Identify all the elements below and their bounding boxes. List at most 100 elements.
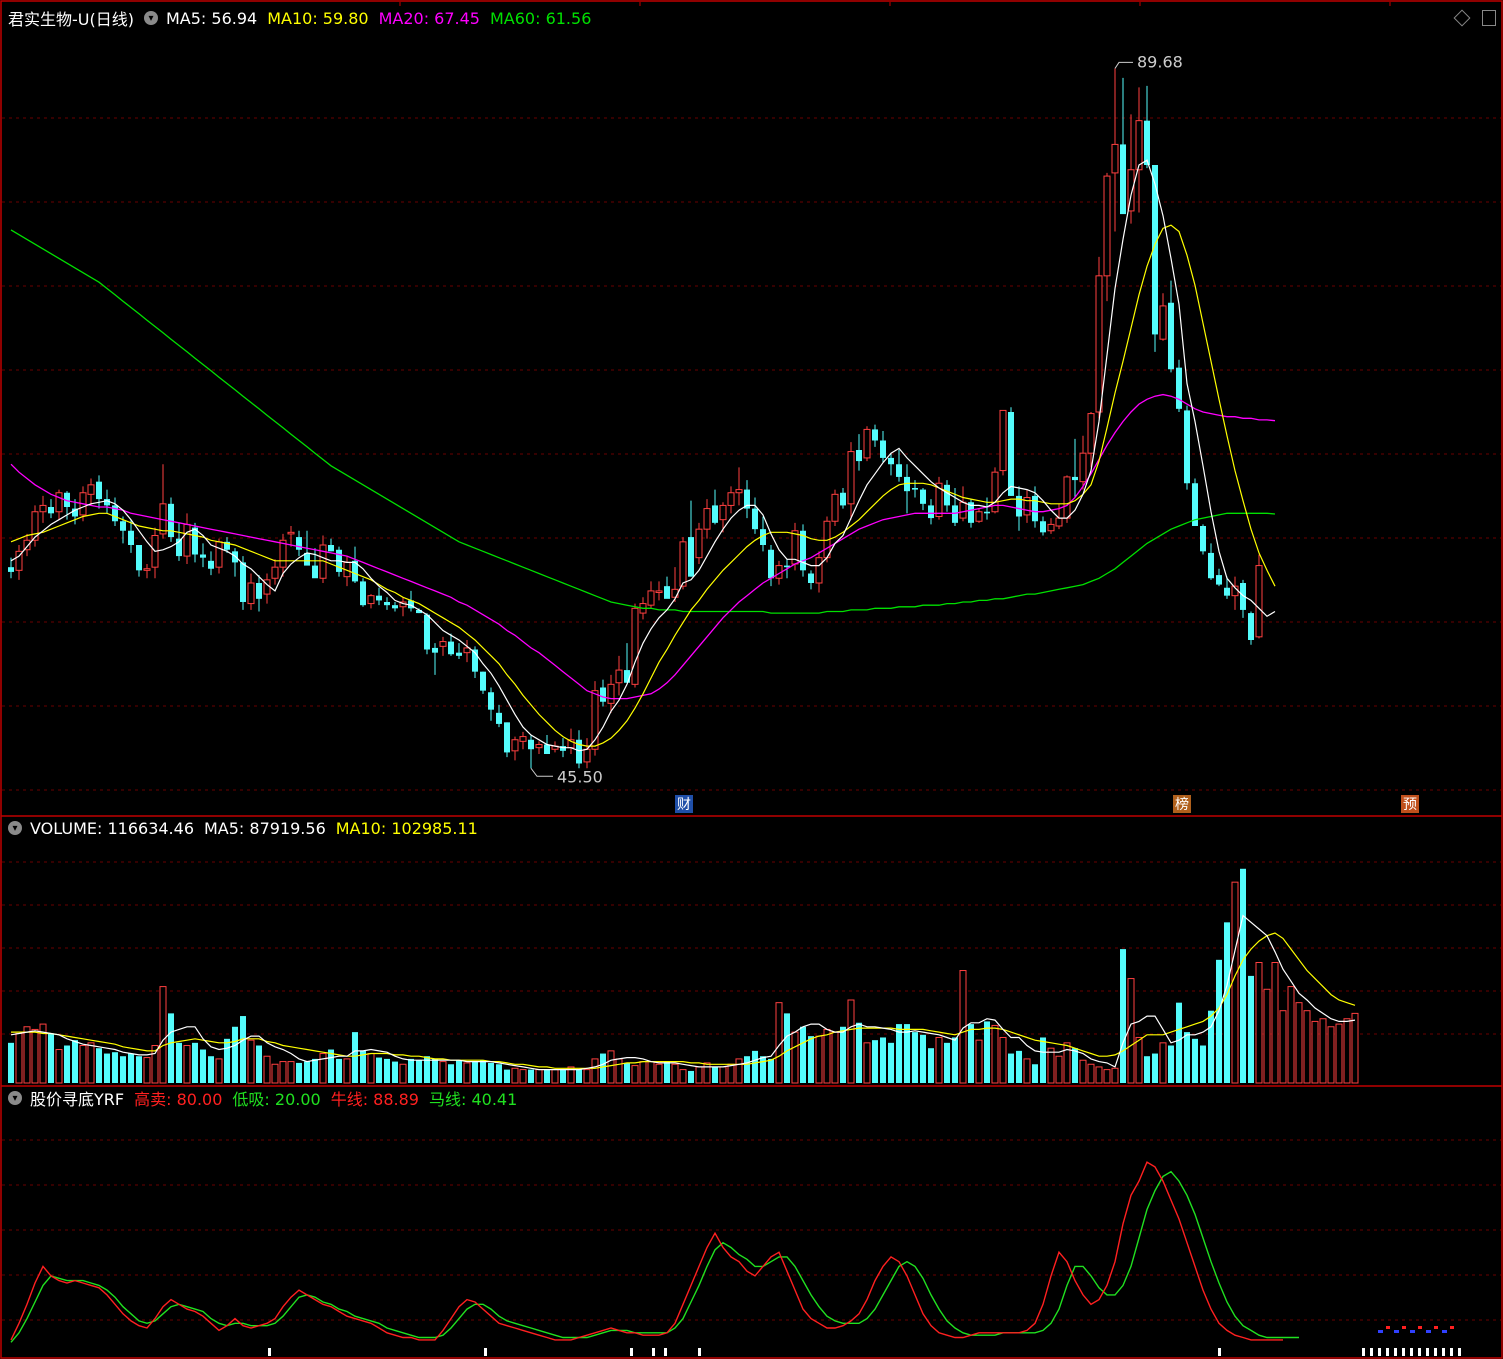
volume-bar — [1303, 1010, 1311, 1084]
candle-body — [136, 545, 142, 571]
candle-body — [480, 671, 486, 691]
volume-bar — [607, 1050, 615, 1084]
candle-body — [376, 595, 382, 601]
signal-tick — [1394, 1348, 1397, 1356]
volume-bar — [1184, 1032, 1190, 1083]
volume-bar — [104, 1053, 110, 1083]
volume-bar — [408, 1058, 414, 1083]
candle-body — [984, 511, 990, 514]
volume-bar — [576, 1069, 582, 1083]
candle-body — [55, 492, 63, 513]
volume-bar — [159, 986, 167, 1084]
volume-bar — [64, 1045, 70, 1083]
volume-bar — [456, 1060, 462, 1083]
volume-bar — [1127, 978, 1135, 1084]
signal-tick — [1362, 1348, 1365, 1356]
candle-body — [392, 605, 398, 609]
candle-body — [863, 428, 871, 459]
volume-bar — [271, 1063, 279, 1084]
candle-body — [1176, 367, 1182, 409]
candle-body — [488, 692, 494, 710]
signal-tick — [484, 1348, 487, 1356]
volume-bar — [328, 1049, 334, 1083]
volume-bar — [296, 1062, 302, 1083]
volume-bar — [639, 1061, 647, 1084]
volume-bar — [48, 1033, 54, 1083]
signal-dot-blue — [1410, 1330, 1415, 1333]
candle-body — [944, 484, 950, 506]
candle-body — [840, 492, 846, 506]
volume-bar — [1008, 1053, 1014, 1083]
volume-bar — [392, 1061, 398, 1083]
candle-body — [104, 499, 110, 506]
signal-tick — [1458, 1348, 1461, 1356]
volume-bar — [935, 1036, 943, 1084]
volume-bar — [343, 1058, 351, 1084]
volume-bar — [1240, 868, 1246, 1083]
volume-bar — [647, 1061, 655, 1084]
volume-bar — [1144, 1056, 1150, 1083]
volume-bar — [384, 1058, 390, 1083]
volume-bar — [1023, 1058, 1031, 1084]
volume-bar — [999, 1036, 1007, 1084]
volume-bar — [183, 1045, 191, 1084]
candle-body — [888, 457, 894, 465]
candle-body — [1135, 120, 1143, 171]
volume-bar — [551, 1069, 559, 1084]
chart-frame — [0, 0, 1503, 1359]
candle-body — [1111, 143, 1119, 174]
candle-body — [247, 582, 255, 605]
volume-bar — [840, 1026, 846, 1083]
volume-bar — [1327, 1026, 1335, 1084]
volume-bar — [432, 1058, 438, 1083]
event-marker-label: 财 — [677, 797, 691, 813]
volume-bar — [263, 1055, 271, 1084]
volume-bar — [1224, 922, 1230, 1083]
volume-ma10-line — [11, 932, 1356, 1069]
volume-bar — [600, 1053, 606, 1083]
volume-bar — [1263, 988, 1271, 1084]
candle-body — [952, 505, 958, 523]
volume-bar — [1103, 1069, 1111, 1084]
candle-body — [328, 545, 334, 552]
volume-bar — [752, 1050, 758, 1083]
candle-body — [1216, 575, 1222, 585]
candle-body — [999, 409, 1007, 472]
candle-body — [432, 647, 438, 653]
volume-bar — [176, 1042, 182, 1083]
volume-bar — [744, 1056, 750, 1083]
candle-body — [695, 528, 703, 559]
candle-body — [192, 527, 198, 555]
candle-body — [96, 481, 102, 500]
candle-body — [456, 652, 462, 656]
candle-body — [679, 541, 687, 587]
candle-body — [719, 504, 727, 521]
volume-bar — [1079, 1059, 1087, 1084]
volume-bar — [128, 1053, 134, 1083]
candle-body — [1144, 120, 1150, 165]
candle-body — [8, 567, 14, 572]
volume-bar — [96, 1048, 102, 1083]
volume-bar — [712, 1066, 718, 1083]
signal-tick — [268, 1348, 271, 1356]
volume-bar — [287, 1061, 295, 1084]
volume-bar — [1295, 1002, 1303, 1084]
candle-body — [975, 511, 983, 522]
volume-bar — [1176, 1002, 1182, 1083]
volume-bar — [1152, 1053, 1158, 1083]
volume-bar — [615, 1058, 623, 1084]
volume-bar — [55, 1049, 63, 1084]
candle-body — [128, 530, 134, 545]
min-price-label: 45.50 — [557, 767, 603, 786]
volume-bar — [168, 1013, 174, 1083]
candle-body — [519, 736, 527, 742]
signal-tick — [698, 1348, 701, 1356]
signal-dot-blue — [1442, 1330, 1447, 1333]
candle-body — [1063, 476, 1071, 519]
candle-body — [240, 562, 246, 602]
candle-body — [496, 712, 502, 724]
stock-chart-window: { "colors": { "background": "#000000", "… — [0, 0, 1503, 1359]
volume-bar — [1200, 1045, 1206, 1083]
candle-body — [583, 748, 591, 763]
volume-bar — [631, 1065, 639, 1084]
